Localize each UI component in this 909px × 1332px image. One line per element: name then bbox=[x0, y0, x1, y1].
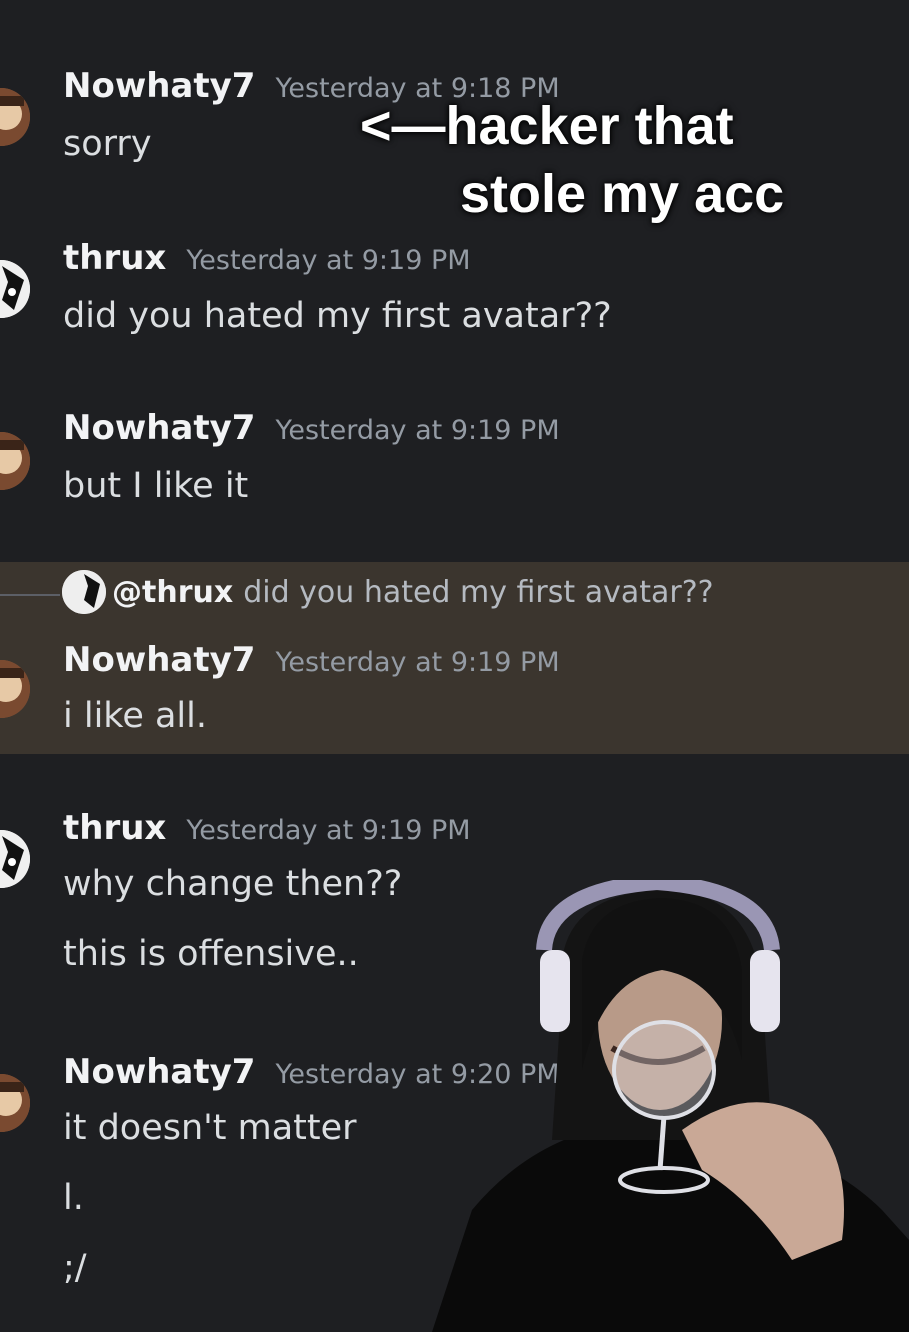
username[interactable]: Nowhaty7 bbox=[63, 640, 255, 680]
message-header: Nowhaty7 Yesterday at 9:19 PM bbox=[63, 408, 560, 448]
user-avatar[interactable] bbox=[0, 1074, 30, 1132]
reply-mention[interactable]: @thrux bbox=[112, 575, 233, 610]
caption-line-2: stole my acc bbox=[460, 164, 785, 224]
username[interactable]: thrux bbox=[63, 238, 166, 278]
user-avatar[interactable] bbox=[0, 88, 30, 146]
message-text: i like all. bbox=[63, 696, 207, 736]
user-avatar[interactable] bbox=[0, 260, 30, 318]
avatar-image-icon bbox=[0, 260, 30, 318]
overlay-caption: <—hacker that stole my acc bbox=[360, 92, 820, 228]
user-avatar[interactable] bbox=[0, 830, 30, 888]
timestamp: Yesterday at 9:19 PM bbox=[275, 415, 560, 446]
message-text: but I like it bbox=[63, 466, 249, 506]
reply-reference[interactable]: @thrux did you hated my first avatar?? bbox=[62, 570, 714, 618]
message-text: this is offensive.. bbox=[63, 934, 359, 974]
message-text: it doesn't matter bbox=[63, 1108, 357, 1148]
username[interactable]: Nowhaty7 bbox=[63, 1052, 255, 1092]
timestamp: Yesterday at 9:19 PM bbox=[186, 245, 471, 276]
avatar-image-icon bbox=[0, 88, 30, 146]
reply-preview-text: did you hated my first avatar?? bbox=[243, 574, 714, 610]
message-text: why change then?? bbox=[63, 864, 403, 904]
user-avatar[interactable] bbox=[0, 432, 30, 490]
message-text: l. bbox=[63, 1178, 84, 1218]
message-text: ;/ bbox=[63, 1248, 87, 1288]
username[interactable]: Nowhaty7 bbox=[63, 66, 255, 106]
caption-line-1: <—hacker that bbox=[360, 96, 734, 156]
reaction-person-image bbox=[432, 880, 909, 1332]
message-text: sorry bbox=[63, 124, 152, 164]
message-text: did you hated my first avatar?? bbox=[63, 296, 612, 336]
timestamp: Yesterday at 9:19 PM bbox=[186, 815, 471, 846]
username[interactable]: Nowhaty7 bbox=[63, 408, 255, 448]
message-header: thrux Yesterday at 9:19 PM bbox=[63, 238, 471, 278]
avatar-image-icon bbox=[62, 570, 106, 614]
username[interactable]: thrux bbox=[63, 808, 166, 848]
avatar-image-icon bbox=[0, 432, 30, 490]
message-header: Nowhaty7 Yesterday at 9:19 PM bbox=[63, 640, 560, 680]
reply-avatar bbox=[62, 570, 106, 614]
avatar-image-icon bbox=[0, 830, 30, 888]
message-header: thrux Yesterday at 9:19 PM bbox=[63, 808, 471, 848]
avatar-image-icon bbox=[0, 1074, 30, 1132]
reply-connector bbox=[0, 594, 60, 596]
timestamp: Yesterday at 9:19 PM bbox=[275, 647, 560, 678]
